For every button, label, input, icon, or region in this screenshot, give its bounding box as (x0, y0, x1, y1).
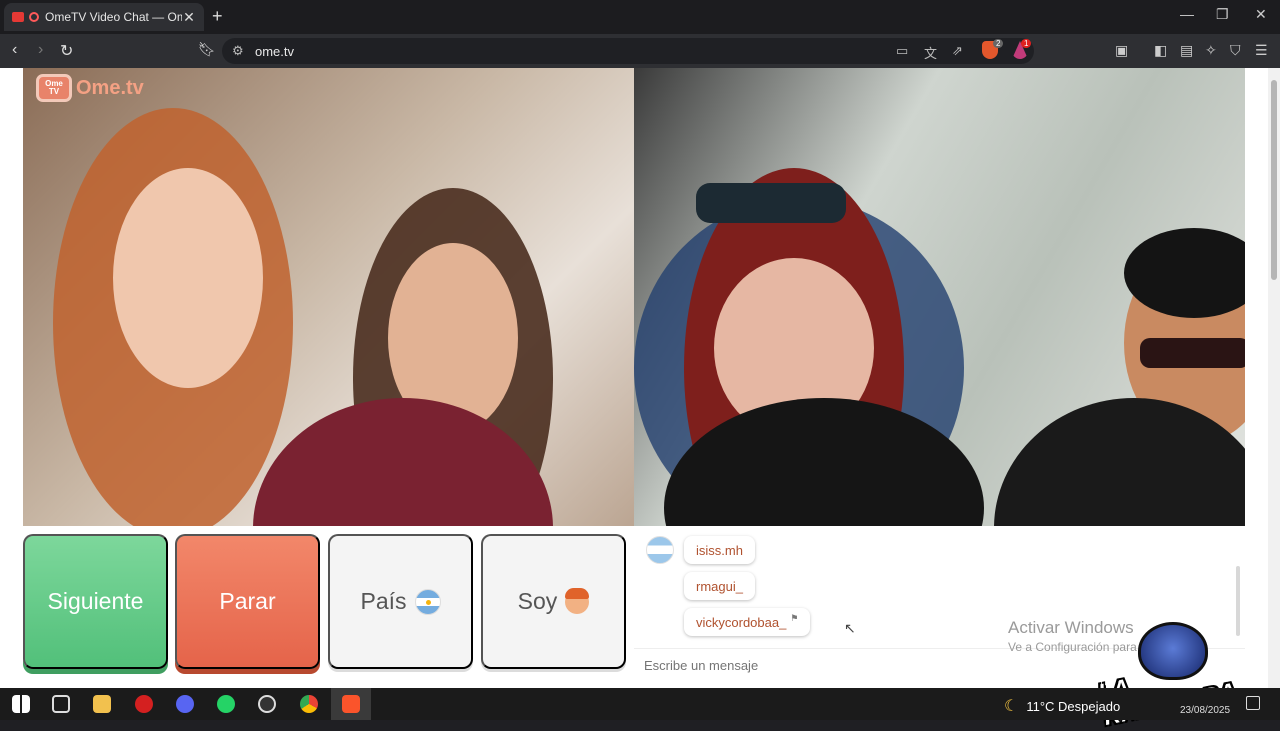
logo-text: Ome.tv (76, 76, 144, 99)
ometv-page: Ome TV Ome.tv Siguiente Parar País Soy i… (0, 68, 1280, 688)
next-label: Siguiente (47, 588, 144, 614)
windows-taskbar: ☾ 11°C Despejado 23/08/2025 (0, 688, 1280, 720)
chat-message[interactable]: rmagui_ (684, 572, 755, 600)
country-label: País (360, 588, 407, 614)
app-icon[interactable] (135, 695, 153, 713)
scrollbar-thumb[interactable] (1271, 80, 1277, 280)
gender-button[interactable]: Soy (481, 534, 626, 669)
file-explorer-icon[interactable] (93, 695, 111, 713)
reload-icon[interactable]: ↻ (60, 41, 73, 61)
stop-button[interactable]: Parar (175, 534, 320, 669)
cast-icon[interactable]: ▭ (896, 43, 908, 59)
country-button[interactable]: País (328, 534, 473, 669)
maximize-icon[interactable]: ❐ (1216, 6, 1229, 23)
close-window-icon[interactable]: ✕ (1255, 6, 1267, 23)
tab-title: OmeTV Video Chat — Omegl (45, 10, 182, 24)
gender-label: Soy (517, 588, 558, 614)
obs-icon[interactable] (258, 695, 276, 713)
argentina-avatar-icon (646, 536, 674, 564)
weather-widget[interactable]: ☾ 11°C Despejado (1004, 696, 1120, 716)
boy-emoji-icon (565, 587, 590, 614)
browser-toolbar: ‹ › ↻ 🔖︎ ⚙ ome.tv ▭ 文 ⇗ 2 1 ▣ ◧ ▤ ✧ ⛉ ☰ (0, 34, 1280, 68)
task-view-icon[interactable] (52, 695, 70, 713)
forward-icon[interactable]: › (38, 41, 43, 59)
share-icon[interactable]: ⇗ (952, 43, 963, 59)
url-text: ome.tv (255, 44, 295, 59)
close-tab-icon[interactable]: ✕ (182, 9, 196, 26)
page-scrollbar[interactable] (1268, 68, 1280, 688)
stranger-video (23, 68, 634, 526)
menu-icon[interactable]: ☰ (1255, 42, 1268, 59)
sidebar-icon[interactable]: ◧ (1154, 42, 1167, 59)
back-icon[interactable]: ‹ (12, 41, 17, 59)
tab-bar: OmeTV Video Chat — Omegl ✕ + — ❐ ✕ (0, 0, 1280, 34)
vpn-icon[interactable]: ⛉ (1230, 42, 1241, 59)
recording-icon (29, 12, 39, 22)
bookmark-icon[interactable]: 🔖︎ (198, 41, 216, 58)
leo-ai-icon[interactable]: ✧ (1205, 42, 1217, 59)
next-button[interactable]: Siguiente (23, 534, 168, 669)
report-flag-icon[interactable]: ⚑ (790, 613, 798, 624)
tv-logo-icon: Ome TV (36, 74, 72, 102)
notification-icon[interactable] (1246, 696, 1260, 710)
moon-icon: ☾ (1004, 698, 1019, 715)
wallet-icon[interactable]: ▤ (1180, 42, 1193, 59)
mouse-cursor-icon: ↖ (844, 620, 856, 636)
minimize-icon[interactable]: — (1180, 6, 1194, 22)
address-bar[interactable]: ⚙ ome.tv ▭ 文 ⇗ (222, 38, 1034, 64)
brave-icon[interactable] (342, 695, 360, 713)
reader-mode-icon[interactable]: ▣ (1115, 42, 1128, 59)
whatsapp-icon[interactable] (217, 695, 235, 713)
youtube-favicon-icon (12, 12, 24, 22)
windows-start-icon[interactable] (12, 695, 30, 713)
ometv-logo: Ome TV Ome.tv (36, 74, 144, 102)
clock-date: 23/08/2025 (1180, 705, 1231, 716)
site-settings-icon[interactable]: ⚙ (232, 43, 244, 59)
translate-icon[interactable]: 文 (924, 43, 937, 62)
chat-message[interactable]: vickycordobaa_ ⚑ (684, 608, 811, 636)
browser-tab-ometv[interactable]: OmeTV Video Chat — Omegl ✕ (4, 3, 204, 31)
stop-label: Parar (219, 588, 276, 614)
chrome-icon[interactable] (300, 695, 318, 713)
argentina-flag-icon (414, 588, 441, 615)
self-video (634, 68, 1245, 526)
chat-message[interactable]: isiss.mh (684, 536, 755, 564)
new-tab-icon[interactable]: + (212, 6, 223, 27)
discord-icon[interactable] (176, 695, 194, 713)
